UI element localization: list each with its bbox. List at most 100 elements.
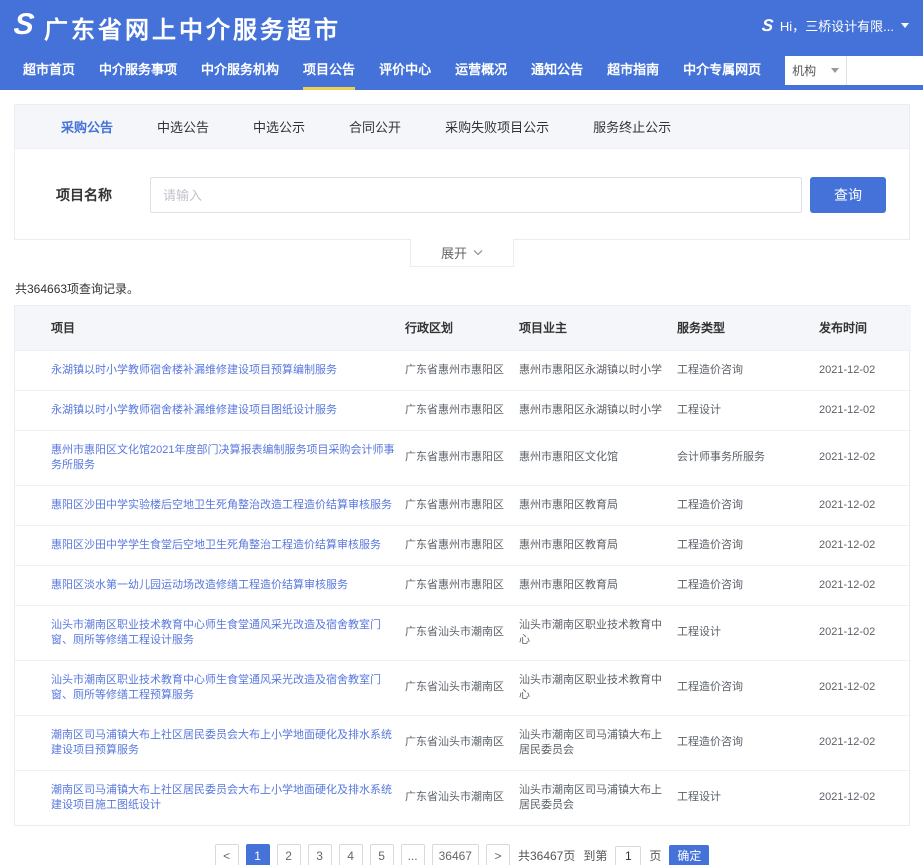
main-nav: 超市首页中介服务事项中介服务机构项目公告评价中心运营概况通知公告超市指南中介专属… (0, 50, 923, 90)
project-link[interactable]: 汕头市潮南区职业技术教育中心师生食堂通风采光改造及宿舍教室门窗、厕所等修缮工程设… (51, 619, 381, 646)
nav-item-0[interactable]: 超市首页 (23, 50, 75, 90)
service-type-cell: 工程造价咨询 (677, 565, 819, 605)
region-cell: 广东省汕头市潮南区 (405, 605, 519, 660)
prev-page-button[interactable]: < (215, 844, 239, 865)
column-header-0: 项目 (15, 306, 405, 350)
pagination-pages: <12345... 36467 > (215, 844, 510, 865)
owner-cell: 汕头市潮南区职业技术教育中心 (519, 605, 677, 660)
table-row-4: 惠阳区沙田中学学生食堂后空地卫生死角整治工程造价结算审核服务广东省惠州市惠阳区惠… (15, 525, 911, 565)
region-cell: 广东省惠州市惠阳区 (405, 485, 519, 525)
tab-1[interactable]: 中选公告 (157, 117, 209, 136)
project-cell: 惠阳区沙田中学实验楼后空地卫生死角整治改造工程造价结算审核服务 (15, 485, 405, 525)
publish-date-cell: 2021-12-02 (819, 565, 911, 605)
page-button-3[interactable]: 3 (308, 844, 332, 865)
confirm-button[interactable]: 确定 (669, 845, 709, 865)
service-type-cell: 工程造价咨询 (677, 485, 819, 525)
publish-date-cell: 2021-12-02 (819, 485, 911, 525)
filter-form: 项目名称 查询 (15, 149, 909, 239)
table-row-3: 惠阳区沙田中学实验楼后空地卫生死角整治改造工程造价结算审核服务 广东省惠州市惠阳区… (15, 485, 911, 525)
table-row-7: 汕头市潮南区职业技术教育中心师生食堂通风采光改造及宿舍教室门窗、厕所等修缮工程预… (15, 660, 911, 715)
tab-4[interactable]: 采购失败项目公示 (445, 117, 549, 136)
search-category-value: 机构 (792, 62, 816, 79)
owner-cell: 汕头市潮南区司马浦镇大布上居民委员会 (519, 770, 677, 825)
tab-2[interactable]: 中选公示 (253, 117, 305, 136)
project-cell: 汕头市潮南区职业技术教育中心师生食堂通风采光改造及宿舍教室门窗、厕所等修缮工程预… (15, 660, 405, 715)
project-link[interactable]: 潮南区司马浦镇大布上社区居民委员会大布上小学地面硬化及排水系统建设项目施工图纸设… (51, 784, 392, 811)
project-link[interactable]: 惠阳区沙田中学学生食堂后空地卫生死角整治工程造价结算审核服务 (51, 539, 381, 551)
tab-3[interactable]: 合同公开 (349, 117, 401, 136)
results-table-card: 项目行政区划项目业主服务类型发布时间 永湖镇以时小学教师宿舍楼补漏维修建设项目预… (14, 305, 910, 826)
project-cell: 永湖镇以时小学教师宿舍楼补漏维修建设项目预算编制服务 (15, 350, 405, 390)
tab-0[interactable]: 采购公告 (61, 117, 113, 136)
region-cell: 广东省惠州市惠阳区 (405, 390, 519, 430)
nav-item-2[interactable]: 中介服务机构 (201, 50, 279, 90)
project-cell: 惠阳区淡水第一幼儿园运动场改造修缮工程造价结算审核服务 (15, 565, 405, 605)
page-button-4[interactable]: 4 (339, 844, 363, 865)
service-type-cell: 会计师事务所服务 (677, 430, 819, 485)
project-cell: 汕头市潮南区职业技术教育中心师生食堂通风采光改造及宿舍教室门窗、厕所等修缮工程设… (15, 605, 405, 660)
nav-item-4[interactable]: 评价中心 (379, 50, 431, 90)
project-link[interactable]: 潮南区司马浦镇大布上社区居民委员会大布上小学地面硬化及排水系统建设项目预算服务 (51, 729, 392, 756)
publish-date-cell: 2021-12-02 (819, 525, 911, 565)
project-cell: 永湖镇以时小学教师宿舍楼补漏维修建设项目图纸设计服务 (15, 390, 405, 430)
project-link[interactable]: 永湖镇以时小学教师宿舍楼补漏维修建设项目图纸设计服务 (51, 404, 337, 416)
search-category-select[interactable]: 机构 (785, 56, 847, 85)
results-table: 项目行政区划项目业主服务类型发布时间 永湖镇以时小学教师宿舍楼补漏维修建设项目预… (15, 306, 911, 825)
chevron-down-icon (473, 249, 483, 256)
brand[interactable]: S 广东省网上中介服务超市 (14, 6, 341, 45)
nav-item-7[interactable]: 超市指南 (607, 50, 659, 90)
query-button[interactable]: 查询 (810, 177, 886, 213)
region-cell: 广东省惠州市惠阳区 (405, 565, 519, 605)
project-name-input[interactable] (150, 177, 802, 213)
site-search-input[interactable] (847, 56, 923, 85)
goto-page-input[interactable] (615, 846, 641, 865)
column-header-2: 项目业主 (519, 306, 677, 350)
owner-cell: 汕头市潮南区司马浦镇大布上居民委员会 (519, 715, 677, 770)
main-nav-items: 超市首页中介服务事项中介服务机构项目公告评价中心运营概况通知公告超市指南中介专属… (23, 50, 785, 90)
project-link[interactable]: 惠州市惠阳区文化馆2021年度部门决算报表编制服务项目采购会计师事务所服务 (51, 444, 394, 471)
user-greeting: Hi，三桥设计有限... (780, 16, 894, 35)
table-row-5: 惠阳区淡水第一幼儿园运动场改造修缮工程造价结算审核服务 广东省惠州市惠阳区惠州市惠… (15, 565, 911, 605)
project-name-label: 项目名称 (56, 185, 112, 205)
project-link[interactable]: 惠阳区沙田中学实验楼后空地卫生死角整治改造工程造价结算审核服务 (51, 499, 392, 511)
table-body: 永湖镇以时小学教师宿舍楼补漏维修建设项目预算编制服务广东省惠州市惠阳区惠州市惠阳… (15, 350, 911, 825)
publish-date-cell: 2021-12-02 (819, 390, 911, 430)
nav-item-6[interactable]: 通知公告 (531, 50, 583, 90)
project-link[interactable]: 汕头市潮南区职业技术教育中心师生食堂通风采光改造及宿舍教室门窗、厕所等修缮工程预… (51, 674, 381, 701)
nav-item-3[interactable]: 项目公告 (303, 50, 355, 90)
page-button-36467[interactable]: 36467 (432, 844, 479, 865)
region-cell: 广东省汕头市潮南区 (405, 660, 519, 715)
service-type-cell: 工程设计 (677, 605, 819, 660)
project-cell: 潮南区司马浦镇大布上社区居民委员会大布上小学地面硬化及排水系统建设项目施工图纸设… (15, 770, 405, 825)
publish-date-cell: 2021-12-02 (819, 660, 911, 715)
owner-cell: 惠州市惠阳区教育局 (519, 565, 677, 605)
nav-item-5[interactable]: 运营概况 (455, 50, 507, 90)
column-header-1: 行政区划 (405, 306, 519, 350)
page-button-1[interactable]: 1 (246, 844, 270, 865)
table-header-row: 项目行政区划项目业主服务类型发布时间 (15, 306, 911, 350)
nav-item-8[interactable]: 中介专属网页 (683, 50, 761, 90)
site-logo-icon: S (12, 10, 35, 40)
expand-label: 展开 (441, 243, 467, 262)
expand-toggle[interactable]: 展开 (410, 239, 514, 267)
page-button-2[interactable]: 2 (277, 844, 301, 865)
goto-prefix: 到第 (583, 847, 607, 864)
region-cell: 广东省惠州市惠阳区 (405, 350, 519, 390)
table-row-9: 潮南区司马浦镇大布上社区居民委员会大布上小学地面硬化及排水系统建设项目施工图纸设… (15, 770, 911, 825)
owner-cell: 惠州市惠阳区教育局 (519, 525, 677, 565)
pagination-total: 共36467页 (518, 847, 575, 864)
project-link[interactable]: 永湖镇以时小学教师宿舍楼补漏维修建设项目预算编制服务 (51, 364, 337, 376)
region-cell: 广东省惠州市惠阳区 (405, 430, 519, 485)
nav-item-1[interactable]: 中介服务事项 (99, 50, 177, 90)
tab-5[interactable]: 服务终止公示 (593, 117, 671, 136)
project-link[interactable]: 惠阳区淡水第一幼儿园运动场改造修缮工程造价结算审核服务 (51, 579, 348, 591)
owner-cell: 惠州市惠阳区文化馆 (519, 430, 677, 485)
service-type-cell: 工程造价咨询 (677, 350, 819, 390)
owner-cell: 惠州市惠阳区永湖镇以时小学 (519, 390, 677, 430)
service-type-cell: 工程造价咨询 (677, 715, 819, 770)
page-ellipsis-button[interactable]: ... (401, 844, 425, 865)
publish-date-cell: 2021-12-02 (819, 715, 911, 770)
page-button-5[interactable]: 5 (370, 844, 394, 865)
user-menu[interactable]: S Hi，三桥设计有限... (762, 16, 909, 35)
next-page-button[interactable]: > (486, 844, 510, 865)
